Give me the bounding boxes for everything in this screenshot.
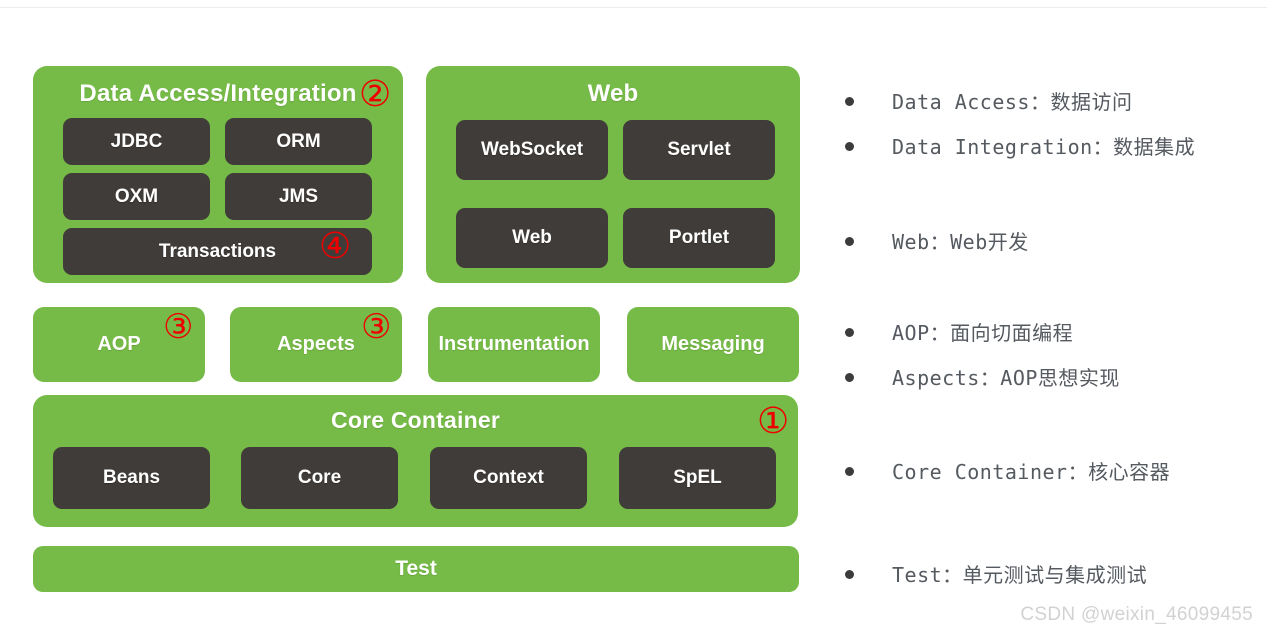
note-label: Web：Web开发 xyxy=(892,230,1029,254)
core-container-panel: Core Container Beans Core Context SpEL ① xyxy=(33,395,798,527)
module-jms[interactable]: JMS xyxy=(225,173,372,220)
module-jdbc[interactable]: JDBC xyxy=(63,118,210,165)
data-access-integration-title: Data Access/Integration xyxy=(79,80,357,107)
module-portlet[interactable]: Portlet xyxy=(623,208,775,268)
spring-architecture-diagram: Data Access/Integration JDBC ORM OXM JMS… xyxy=(0,0,830,632)
module-oxm[interactable]: OXM xyxy=(63,173,210,220)
data-access-integration-panel: Data Access/Integration JDBC ORM OXM JMS… xyxy=(33,66,403,283)
list-item: AOP：面向切面编程 xyxy=(845,317,1073,346)
note-label: Core Container：核心容器 xyxy=(892,460,1171,484)
bullet-icon xyxy=(845,328,854,337)
bullet-icon xyxy=(845,570,854,579)
module-websocket[interactable]: WebSocket xyxy=(456,120,608,180)
module-messaging[interactable]: Messaging xyxy=(627,307,799,382)
bullet-icon xyxy=(845,373,854,382)
note-label: AOP：面向切面编程 xyxy=(892,321,1074,345)
web-panel: Web WebSocket Servlet Web Portlet xyxy=(426,66,800,283)
module-core[interactable]: Core xyxy=(241,447,398,509)
module-web[interactable]: Web xyxy=(456,208,608,268)
note-label: Test：单元测试与集成测试 xyxy=(892,563,1148,587)
web-panel-title: Web xyxy=(587,80,639,107)
module-aspects[interactable]: Aspects xyxy=(230,307,402,382)
list-item: Data Integration：数据集成 xyxy=(845,131,1195,160)
watermark: CSDN @weixin_46099455 xyxy=(1020,604,1253,625)
list-item: Core Container：核心容器 xyxy=(845,456,1170,485)
module-aop[interactable]: AOP xyxy=(33,307,205,382)
note-label: Data Access：数据访问 xyxy=(892,90,1133,114)
list-item: Aspects：AOP思想实现 xyxy=(845,362,1120,391)
module-beans[interactable]: Beans xyxy=(53,447,210,509)
module-servlet[interactable]: Servlet xyxy=(623,120,775,180)
note-label: Data Integration：数据集成 xyxy=(892,135,1196,159)
bullet-icon xyxy=(845,97,854,106)
list-item: Web：Web开发 xyxy=(845,226,1029,255)
module-orm[interactable]: ORM xyxy=(225,118,372,165)
bullet-icon xyxy=(845,237,854,246)
module-spel[interactable]: SpEL xyxy=(619,447,776,509)
bullet-icon xyxy=(845,467,854,476)
note-label: Aspects：AOP思想实现 xyxy=(892,366,1120,390)
module-instrumentation[interactable]: Instrumentation xyxy=(428,307,600,382)
module-transactions[interactable]: Transactions xyxy=(63,228,372,275)
core-container-title: Core Container xyxy=(331,407,500,433)
list-item: Data Access：数据访问 xyxy=(845,86,1132,115)
legend-notes-list: Data Access：数据访问 Data Integration：数据集成 W… xyxy=(845,0,1267,632)
list-item: Test：单元测试与集成测试 xyxy=(845,559,1147,588)
module-test[interactable]: Test xyxy=(33,546,799,592)
bullet-icon xyxy=(845,142,854,151)
module-context[interactable]: Context xyxy=(430,447,587,509)
